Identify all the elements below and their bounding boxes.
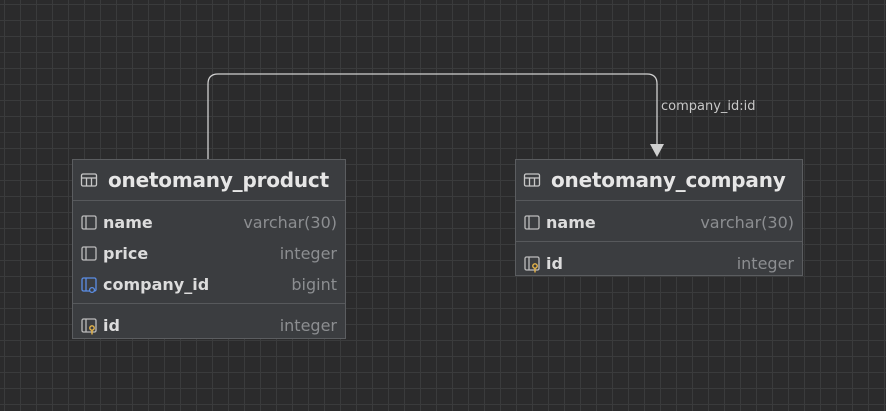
relationship-arrowhead xyxy=(650,144,664,157)
column-row-name[interactable]: name varchar(30) xyxy=(516,207,802,238)
entity-onetomany-company[interactable]: onetomany_company name varchar(30) id in… xyxy=(515,159,803,276)
relationship-label: company_id:id xyxy=(661,99,756,114)
column-type: varchar(30) xyxy=(700,213,794,232)
primary-key-column-icon xyxy=(522,254,542,274)
column-type: varchar(30) xyxy=(243,213,337,232)
column-row-id[interactable]: id integer xyxy=(73,310,345,341)
column-row-price[interactable]: price integer xyxy=(73,238,345,269)
column-type: bigint xyxy=(291,275,337,294)
column-icon xyxy=(79,244,99,264)
column-name: price xyxy=(103,244,149,263)
entity-header: onetomany_company xyxy=(516,160,802,201)
relationship-line xyxy=(207,73,658,159)
key-section: id integer xyxy=(516,241,802,282)
column-icon xyxy=(79,213,99,233)
column-type: integer xyxy=(736,254,794,273)
column-name: id xyxy=(546,254,563,273)
entity-title: onetomany_company xyxy=(551,168,786,192)
column-icon xyxy=(522,213,542,233)
column-row-id[interactable]: id integer xyxy=(516,248,802,279)
column-type: integer xyxy=(279,316,337,335)
entity-onetomany-product[interactable]: onetomany_product name varchar(30) price… xyxy=(72,159,346,339)
key-section: id integer xyxy=(73,303,345,344)
column-type: integer xyxy=(279,244,337,263)
column-section: name varchar(30) price integer company_i… xyxy=(73,201,345,303)
column-row-name[interactable]: name varchar(30) xyxy=(73,207,345,238)
entity-header: onetomany_product xyxy=(73,160,345,201)
column-name: company_id xyxy=(103,275,210,294)
column-name: name xyxy=(546,213,596,232)
table-icon xyxy=(80,171,98,189)
column-name: name xyxy=(103,213,153,232)
table-icon xyxy=(523,171,541,189)
column-section: name varchar(30) xyxy=(516,201,802,241)
foreign-key-column-icon xyxy=(79,275,99,295)
primary-key-column-icon xyxy=(79,316,99,336)
column-row-company-id[interactable]: company_id bigint xyxy=(73,269,345,300)
entity-title: onetomany_product xyxy=(108,168,329,192)
column-name: id xyxy=(103,316,120,335)
